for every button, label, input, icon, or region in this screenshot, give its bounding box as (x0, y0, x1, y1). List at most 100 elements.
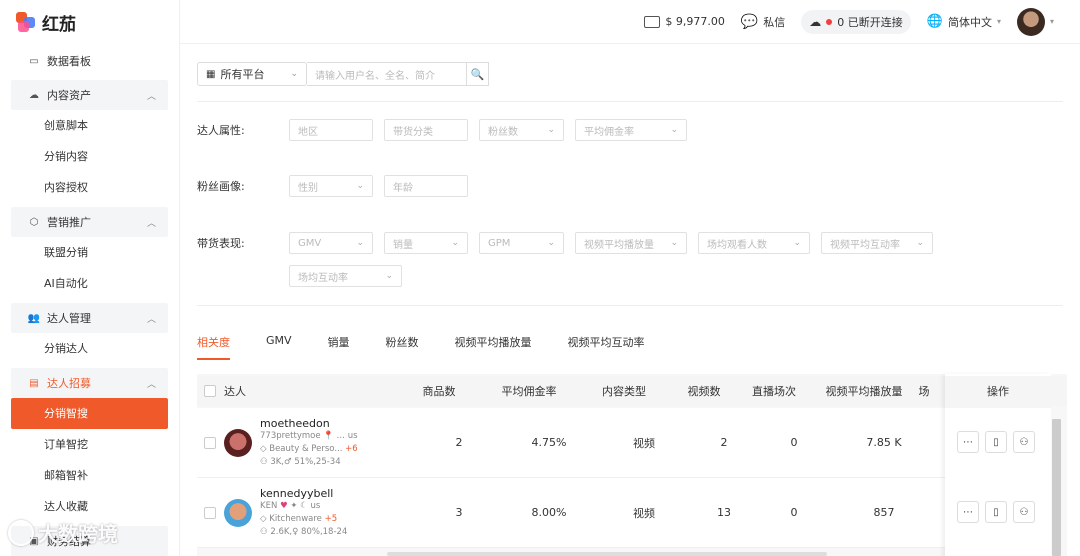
sidebar-group-header-content-assets[interactable]: ☁ 内容资产 ︿ (11, 80, 168, 110)
filter-row-fans-profile: 粉丝画像: 性别 ⌄ 年龄 (197, 175, 479, 197)
row-checkbox[interactable] (204, 436, 216, 449)
sidebar-item-content-authorization[interactable]: 内容授权 (11, 172, 168, 203)
users-icon: 👥 (27, 312, 41, 324)
search-input[interactable]: 请输入用户名、全名、简介 (307, 62, 467, 86)
details-button[interactable]: ▯ (985, 431, 1007, 453)
filter-row-kol-attributes: 达人属性: 地区 带货分类 粉丝数 ⌄ 平均佣金率 ⌄ (197, 119, 698, 141)
sidebar-item-distribution-kols[interactable]: 分销达人 (11, 333, 168, 364)
logo-text: 红茄 (42, 14, 76, 35)
language-select[interactable]: 🌐 简体中文 ▾ (927, 14, 1001, 30)
platform-select[interactable]: ▦ 所有平台 ⌄ (197, 62, 307, 86)
link-icon: ☁ (809, 14, 822, 29)
sidebar-item-smart-search[interactable]: 分销智搜 (11, 398, 168, 429)
app-logo[interactable]: 红茄 (0, 0, 179, 44)
sidebar-item-ai-automation[interactable]: AI自动化 (11, 268, 168, 299)
chevron-up-icon: ︿ (146, 379, 156, 390)
chat-icon: ⋯ (963, 436, 973, 448)
balance[interactable]: $ 9,977.00 (644, 15, 725, 28)
message-button[interactable]: ⋯ (957, 501, 979, 523)
user-icon: ⚇ (260, 526, 268, 537)
sidebar-item-dashboard[interactable]: ▭ 数据看板 (11, 46, 168, 76)
tab-avg-video-engagement[interactable]: 视频平均互动率 (568, 334, 645, 360)
chevron-up-icon: ︿ (146, 218, 156, 229)
content-type: 视频 (633, 506, 655, 520)
col-products: 商品数 (422, 385, 456, 398)
category-more[interactable]: +6 (345, 444, 358, 454)
sales-select[interactable]: 销量 ⌄ (384, 232, 468, 254)
kol-cell[interactable]: kennedyybell KEN ♥ ✦ ☾ us ◇ Kitchenware … (224, 487, 414, 539)
chevron-down-icon: ⌄ (793, 238, 801, 248)
sidebar-group-header-marketing[interactable]: ⬡ 营销推广 ︿ (11, 207, 168, 237)
profile-button[interactable]: ⚇ (1013, 501, 1035, 523)
gpm-select[interactable]: GPM ⌄ (479, 232, 564, 254)
filter-label: 粉丝画像: (197, 180, 245, 193)
vertical-scrollbar[interactable] (1052, 419, 1061, 556)
commission-rate: 8.00% (531, 506, 567, 519)
chevron-down-icon: ⌄ (451, 238, 459, 248)
sidebar-group-header-kol-management[interactable]: 👥 达人管理 ︿ (11, 303, 168, 333)
top-header: $ 9,977.00 💬 私信 ☁ 0 已断开连接 🌐 简体中文 ▾ ▾ (180, 0, 1080, 44)
connection-status[interactable]: ☁ 0 已断开连接 (801, 9, 911, 34)
avg-video-views-select[interactable]: 视频平均播放量 ⌄ (575, 232, 687, 254)
col-videos: 视频数 (687, 385, 721, 398)
search-bar: ▦ 所有平台 ⌄ 请输入用户名、全名、简介 🔍 (197, 62, 489, 86)
sidebar-item-affiliate[interactable]: 联盟分销 (11, 237, 168, 268)
col-content-type: 内容类型 (602, 385, 646, 398)
sidebar-group-header-kol-recruit[interactable]: ▤ 达人招募 ︿ (11, 368, 168, 398)
emoji-icon: ✦ ☾ (290, 500, 308, 511)
details-button[interactable]: ▯ (985, 501, 1007, 523)
commission-select[interactable]: 平均佣金率 ⌄ (575, 119, 687, 141)
kol-cell[interactable]: moetheedon 773prettymoe 📍 … us ◇ Beauty … (224, 417, 414, 469)
row-checkbox[interactable] (204, 506, 216, 519)
user-menu[interactable]: ▾ (1016, 7, 1054, 36)
fans-count-select[interactable]: 粉丝数 ⌄ (479, 119, 564, 141)
avg-live-viewers-select[interactable]: 场均观看人数 ⌄ (698, 232, 810, 254)
messages-button[interactable]: 💬 私信 (741, 14, 785, 30)
select-all-checkbox[interactable] (204, 385, 216, 397)
chevron-down-icon: ▾ (1049, 17, 1054, 26)
kol-handle: 773prettymoe (260, 430, 321, 441)
sidebar-item-creative-scripts[interactable]: 创意脚本 (11, 110, 168, 141)
region-input[interactable]: 地区 (289, 119, 373, 141)
monitor-icon: ▭ (29, 55, 39, 67)
kol-table: 达人 商品数 平均佣金率 内容类型 视频数 直播场次 视频平均播放量 场 moe… (197, 374, 1067, 556)
table-row[interactable]: moetheedon 773prettymoe 📍 … us ◇ Beauty … (197, 408, 1047, 478)
products-count: 3 (455, 506, 463, 519)
age-input[interactable]: 年龄 (384, 175, 468, 197)
col-lives: 直播场次 (752, 385, 796, 398)
calendar-icon: ▤ (29, 377, 39, 389)
tab-avg-video-views[interactable]: 视频平均播放量 (455, 334, 532, 360)
horizontal-scrollbar[interactable] (387, 552, 827, 556)
gmv-select[interactable]: GMV ⌄ (289, 232, 373, 254)
filter-row-sales-performance: 带货表现: GMV ⌄ 销量 ⌄ GPM ⌄ 视频平均播放量 ⌄ 场均观看人数 ⌄ 视频平… (197, 232, 944, 254)
tab-sales[interactable]: 销量 (328, 334, 350, 360)
kol-category: Kitchenware (269, 513, 322, 524)
document-icon: ▯ (993, 506, 999, 518)
profile-button[interactable]: ⚇ (1013, 431, 1035, 453)
avg-video-engagement-select[interactable]: 视频平均互动率 ⌄ (821, 232, 933, 254)
col-operations: 操作 (945, 376, 1051, 408)
table-row[interactable]: kennedyybell KEN ♥ ✦ ☾ us ◇ Kitchenware … (197, 478, 1047, 548)
sort-tabs: 相关度 GMV 销量 粉丝数 视频平均播放量 视频平均互动率 (197, 334, 681, 360)
sidebar-item-distribution-content[interactable]: 分销内容 (11, 141, 168, 172)
chevron-down-icon: ⌄ (916, 238, 924, 248)
avatar (224, 498, 252, 527)
sidebar-item-email-fill[interactable]: 邮箱智补 (11, 460, 168, 491)
tab-gmv[interactable]: GMV (266, 334, 292, 360)
sidebar-item-order-mining[interactable]: 订单智挖 (11, 429, 168, 460)
kol-name[interactable]: moetheedon (260, 417, 358, 430)
message-button[interactable]: ⋯ (957, 431, 979, 453)
avg-live-engagement-select[interactable]: 场均互动率 ⌄ (289, 265, 402, 287)
search-button[interactable]: 🔍 (467, 62, 489, 86)
tab-fans[interactable]: 粉丝数 (386, 334, 419, 360)
divider (197, 101, 1063, 102)
kol-name[interactable]: kennedyybell (260, 487, 347, 500)
category-input[interactable]: 带货分类 (384, 119, 468, 141)
lives-count: 0 (790, 436, 798, 449)
gender-select[interactable]: 性别 ⌄ (289, 175, 373, 197)
kol-fans: 2.6K,♀ 80%,18-24 (270, 526, 348, 537)
avg-views: 7.85 K (866, 436, 902, 449)
category-more[interactable]: +5 (325, 514, 338, 524)
tab-relevance[interactable]: 相关度 (197, 334, 230, 360)
pin-icon: 📍 (323, 430, 334, 441)
